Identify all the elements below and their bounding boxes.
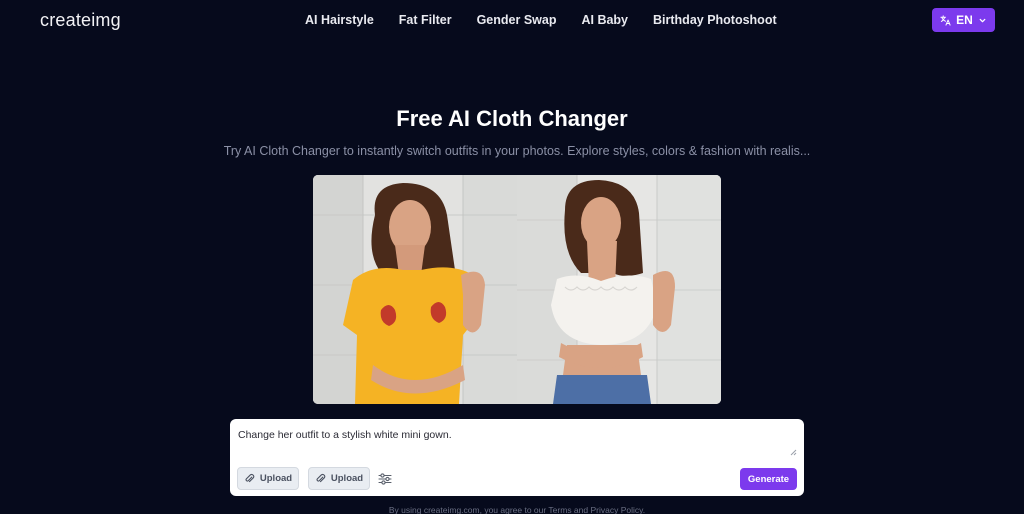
before-image (313, 175, 517, 404)
nav-link-ai-baby[interactable]: AI Baby (581, 13, 628, 27)
after-image (517, 175, 721, 404)
top-nav: createimg AI Hairstyle Fat Filter Gender… (0, 0, 1024, 40)
chevron-down-icon (979, 18, 986, 22)
prompt-text: Change her outfit to a stylish white min… (238, 429, 452, 441)
upload-button-1[interactable]: Upload (237, 467, 299, 490)
paperclip-icon (245, 473, 255, 483)
language-label: EN (956, 13, 973, 27)
sliders-icon[interactable] (378, 472, 392, 486)
page-title: Free AI Cloth Changer (396, 106, 628, 131)
terms-notice: By using createimg.com, you agree to our… (388, 505, 646, 514)
logo[interactable]: createimg (40, 10, 121, 31)
translate-icon (940, 14, 951, 26)
nav-link-ai-hairstyle[interactable]: AI Hairstyle (305, 13, 374, 27)
upload-label: Upload (259, 473, 293, 484)
before-after-showcase (313, 175, 721, 404)
paperclip-icon (316, 473, 326, 483)
page-subtitle: Try AI Cloth Changer to instantly switch… (223, 144, 811, 158)
generate-button[interactable]: Generate (740, 468, 797, 490)
language-selector[interactable]: EN (932, 8, 995, 32)
nav-link-gender-swap[interactable]: Gender Swap (477, 13, 557, 27)
upload-button-2[interactable]: Upload (308, 467, 370, 490)
nav-link-birthday-photoshoot[interactable]: Birthday Photoshoot (653, 13, 777, 27)
nav-link-fat-filter[interactable]: Fat Filter (399, 13, 452, 27)
nav-links: AI Hairstyle Fat Filter Gender Swap AI B… (305, 13, 777, 27)
resize-grip-icon[interactable] (789, 448, 797, 456)
upload-label: Upload (330, 473, 364, 484)
